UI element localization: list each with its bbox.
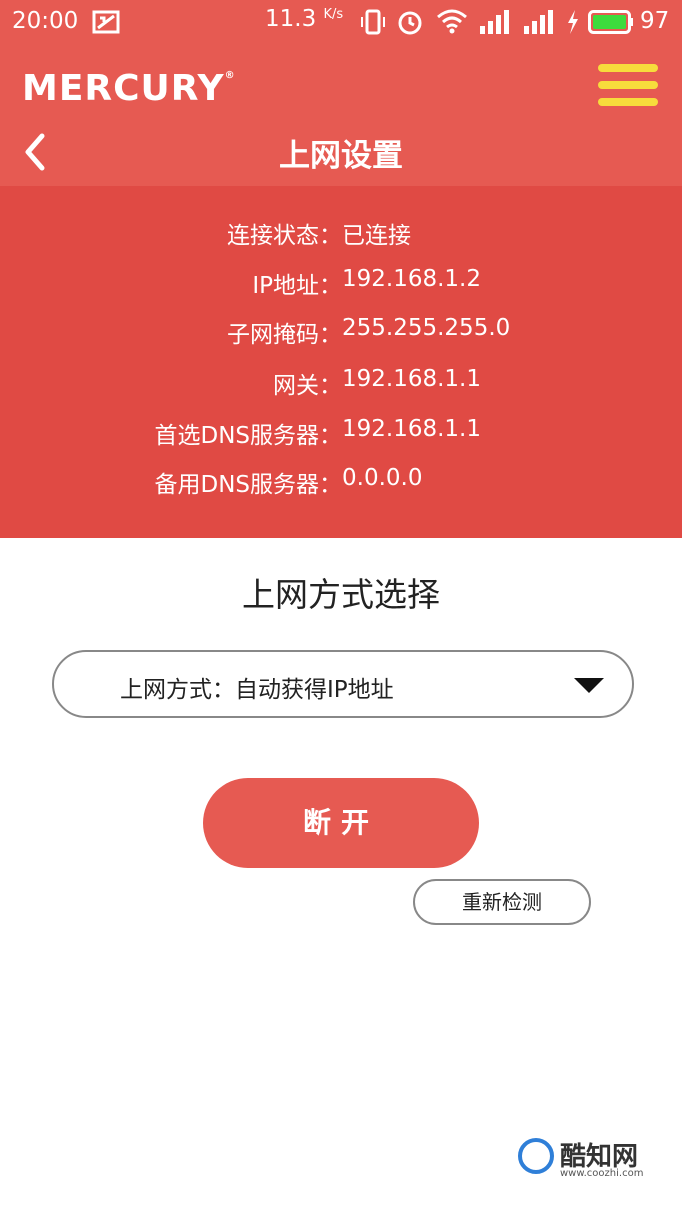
vibrate-icon — [361, 9, 385, 35]
info-label: 备用DNS服务器： — [154, 472, 342, 498]
status-time: 20:00 — [12, 8, 79, 34]
dropdown-arrow-icon — [574, 678, 604, 693]
disconnect-button[interactable]: 断开 — [203, 778, 479, 868]
wifi-icon — [437, 9, 467, 34]
battery-level: 97 — [640, 8, 670, 34]
info-value: 已连接 — [342, 223, 411, 249]
page-title: 上网设置 — [279, 138, 403, 174]
mercury-logo: MERCURY® — [22, 68, 236, 109]
info-row-subnet: 子网掩码： 255.255.255.0 — [0, 315, 682, 349]
info-value: 0.0.0.0 — [342, 465, 423, 491]
info-label: 网关： — [273, 373, 342, 399]
info-row-secondary-dns: 备用DNS服务器： 0.0.0.0 — [0, 465, 682, 499]
watermark-url: www.coozhi.com — [560, 1168, 644, 1179]
status-bar: 20:00 11.3 K/s 97 — [0, 0, 682, 44]
battery-icon — [588, 10, 633, 34]
coozhi-watermark: 酷知网 www.coozhi.com — [518, 1136, 668, 1188]
info-label: IP地址： — [252, 273, 342, 299]
screenshot-icon — [92, 10, 120, 34]
info-value: 192.168.1.1 — [342, 416, 481, 442]
app-header: MERCURY® 上网设置 — [0, 44, 682, 186]
connection-type-select[interactable]: 上网方式：自动获得IP地址 — [52, 650, 634, 718]
signal-icon-2 — [524, 10, 553, 34]
info-row-gateway: 网关： 192.168.1.1 — [0, 366, 682, 400]
info-value: 192.168.1.2 — [342, 266, 481, 292]
connection-info-panel: 连接状态： 已连接 IP地址： 192.168.1.2 子网掩码： 255.25… — [0, 186, 682, 538]
info-row-status: 连接状态： 已连接 — [0, 216, 682, 250]
redetect-button[interactable]: 重新检测 — [413, 879, 591, 925]
info-row-ip: IP地址： 192.168.1.2 — [0, 266, 682, 300]
network-speed: 11.3 K/s — [265, 6, 344, 32]
info-label: 子网掩码： — [227, 322, 342, 348]
info-value: 255.255.255.0 — [342, 315, 511, 341]
select-text: 上网方式：自动获得IP地址 — [120, 677, 394, 703]
menu-icon[interactable] — [598, 64, 660, 112]
coozhi-logo-icon — [518, 1138, 554, 1174]
info-label: 首选DNS服务器： — [154, 423, 342, 449]
info-label: 连接状态： — [227, 223, 342, 249]
info-row-primary-dns: 首选DNS服务器： 192.168.1.1 — [0, 416, 682, 450]
info-value: 192.168.1.1 — [342, 366, 481, 392]
alarm-icon — [398, 11, 422, 35]
section-title: 上网方式选择 — [242, 575, 440, 614]
charging-icon — [568, 10, 578, 34]
signal-icon-1 — [480, 10, 509, 34]
